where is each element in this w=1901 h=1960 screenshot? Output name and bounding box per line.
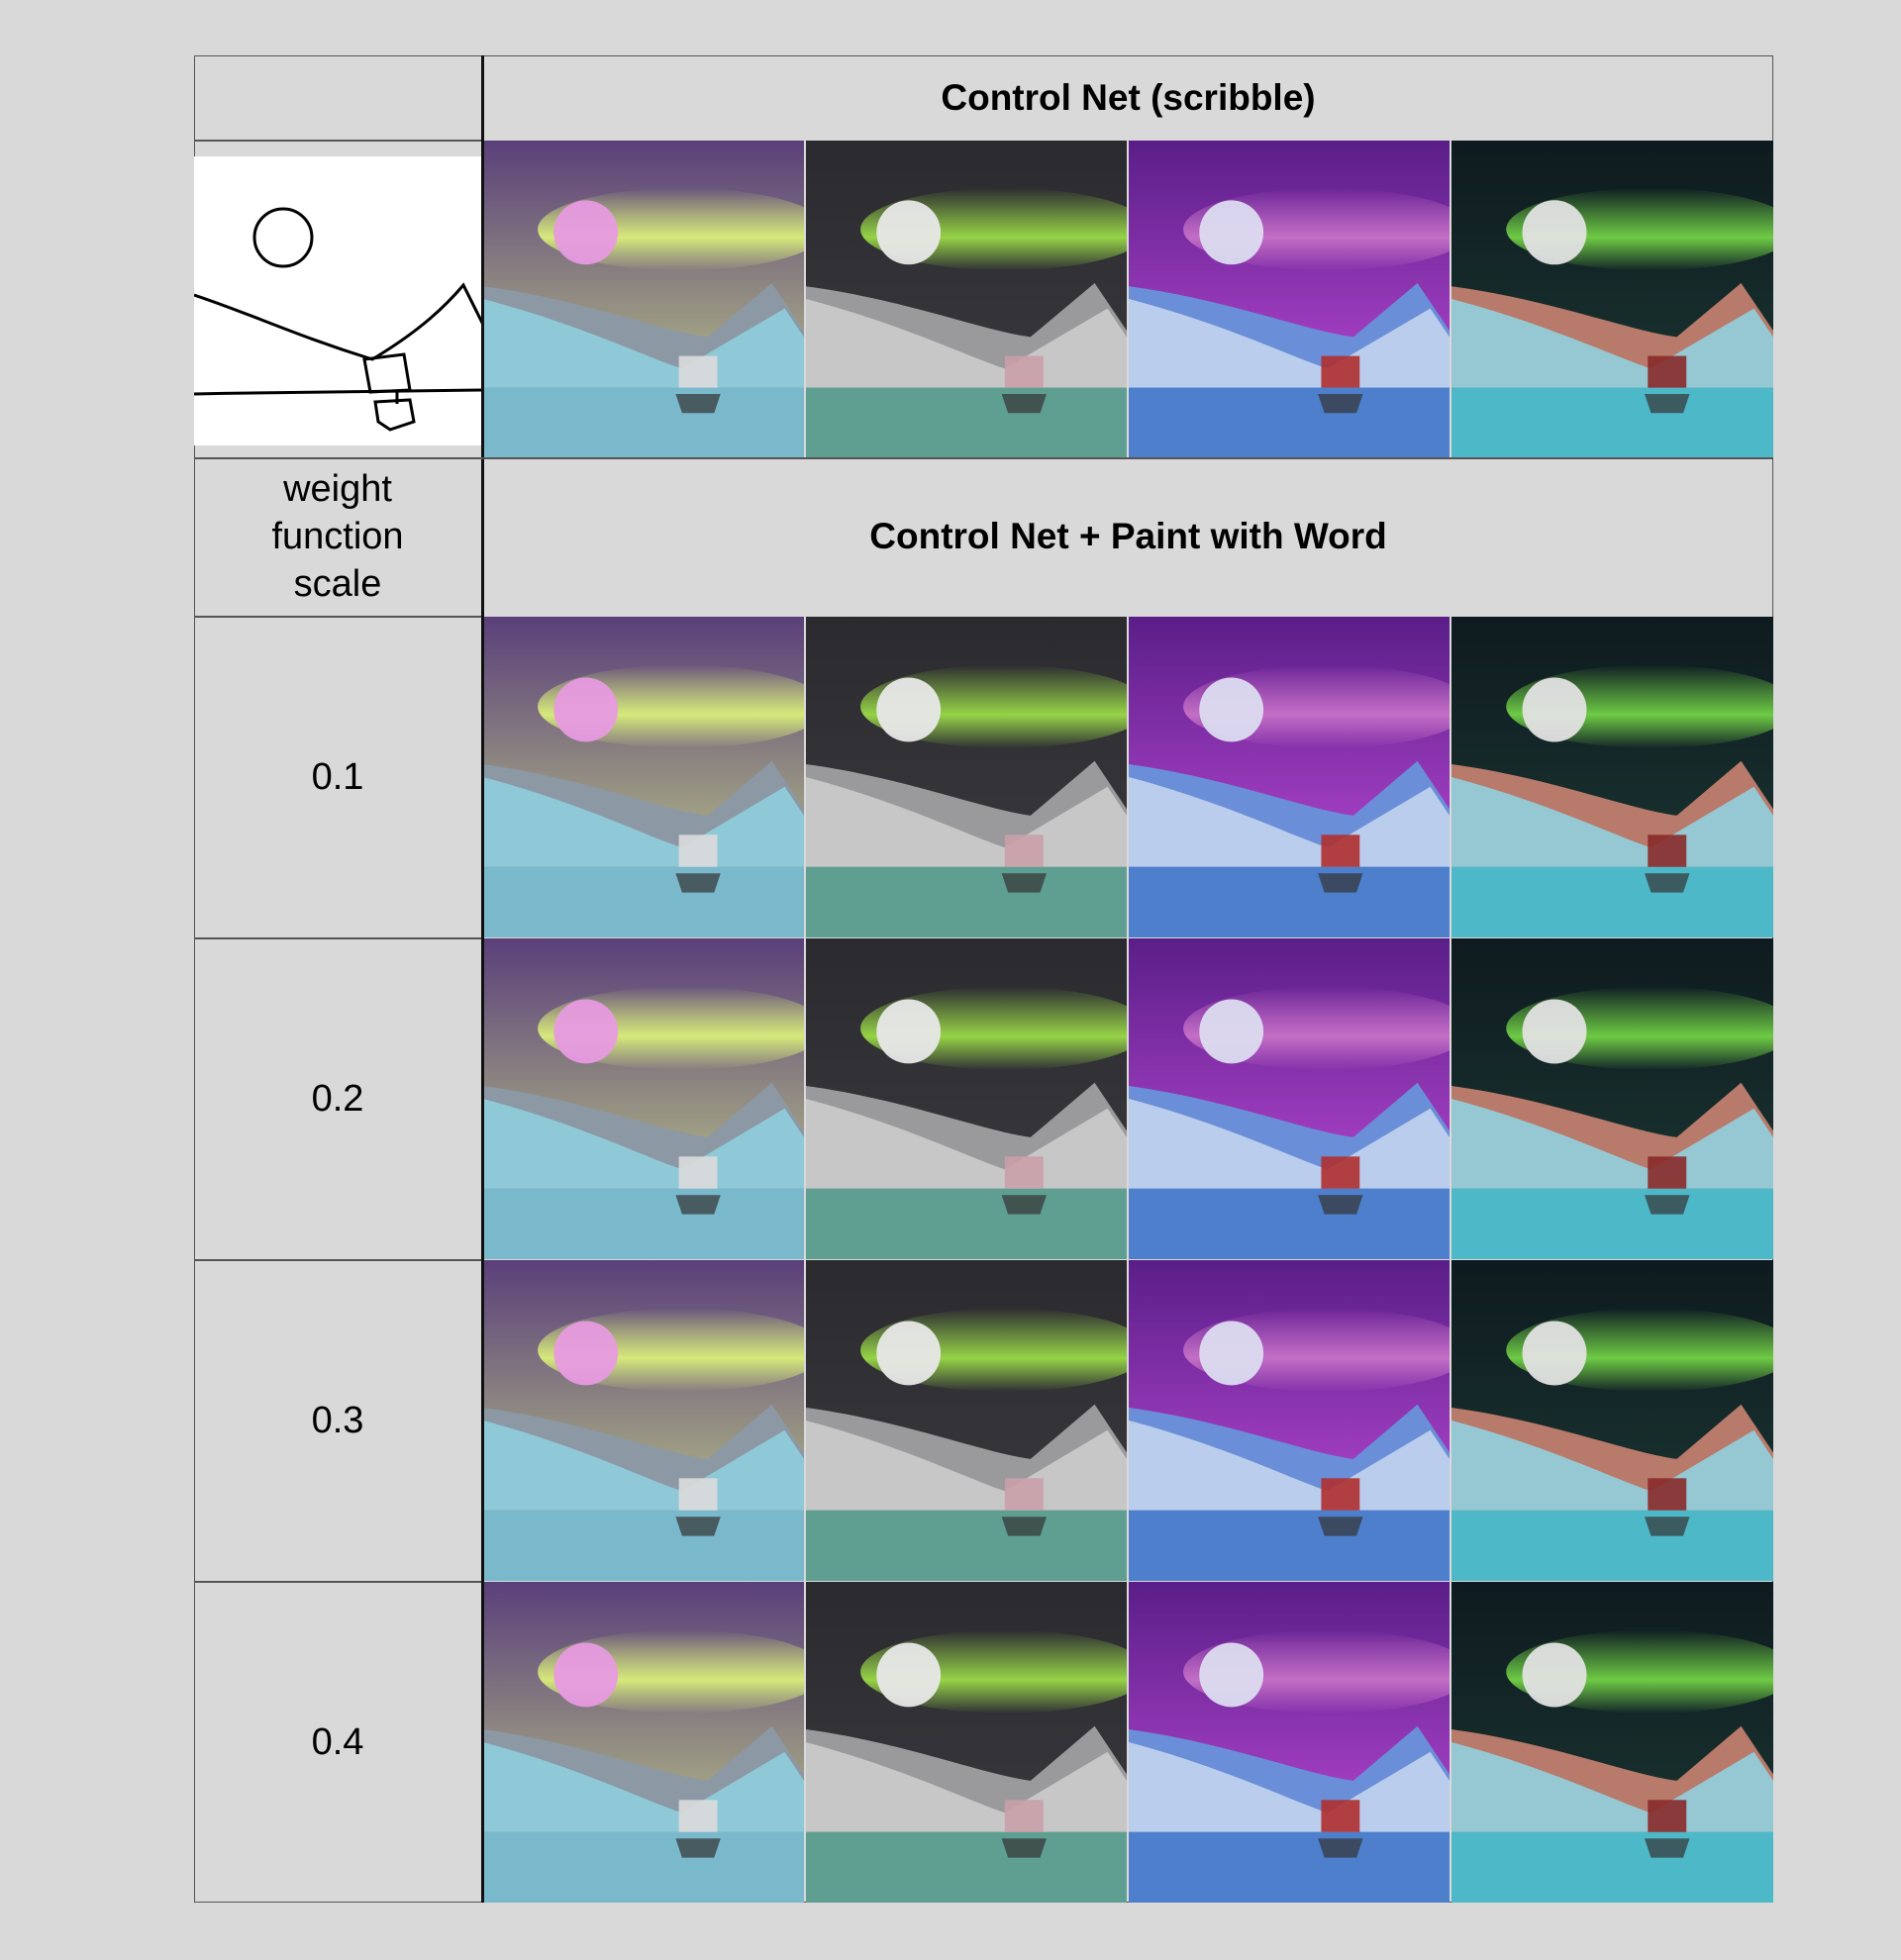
scale-value-0-2: 0.2: [311, 1077, 364, 1120]
landscape-illustration: [806, 617, 1127, 937]
landscape-illustration: [483, 1260, 804, 1581]
generated-image: [806, 1582, 1127, 1903]
landscape-illustration: [806, 1260, 1127, 1581]
generated-image: [1451, 938, 1773, 1259]
generated-image: [483, 1582, 804, 1903]
generated-image: [483, 617, 804, 937]
landscape-illustration: [1451, 617, 1773, 937]
comparison-grid: Control Net (scribble) weight function s…: [193, 55, 1773, 1903]
scribble-drawing: [193, 207, 485, 432]
generated-image: [1451, 141, 1773, 457]
landscape-illustration: [483, 141, 804, 457]
landscape-illustration: [806, 1582, 1127, 1903]
row-label-line-1: weight: [283, 467, 392, 510]
landscape-illustration: [1129, 1582, 1450, 1903]
generated-image: [806, 1260, 1127, 1581]
landscape-illustration: [1451, 141, 1773, 457]
row-divider: [194, 140, 481, 142]
generated-image: [1451, 617, 1773, 937]
landscape-illustration: [1129, 141, 1450, 457]
generated-image: [1451, 1260, 1773, 1581]
generated-image: [483, 1260, 804, 1581]
generated-image: [483, 141, 804, 457]
row-label-line-3: scale: [293, 562, 382, 605]
weight-function-scale-label: weight function scale: [194, 459, 481, 613]
scale-value-0-1: 0.1: [311, 755, 364, 798]
row-divider: [194, 457, 1773, 459]
landscape-illustration: [1451, 1582, 1773, 1903]
generated-image: [1129, 938, 1450, 1259]
landscape-illustration: [1451, 938, 1773, 1259]
landscape-illustration: [483, 938, 804, 1259]
generated-image: [806, 141, 1127, 457]
generated-image: [806, 617, 1127, 937]
generated-image: [1129, 1260, 1450, 1581]
landscape-illustration: [1129, 617, 1450, 937]
generated-image: [1129, 141, 1450, 457]
control-net-scribble-header: Control Net (scribble): [941, 76, 1316, 118]
generated-image: [806, 938, 1127, 1259]
landscape-illustration: [1451, 1260, 1773, 1581]
landscape-illustration: [1129, 1260, 1450, 1581]
landscape-illustration: [483, 617, 804, 937]
row-divider: [194, 1581, 481, 1583]
column-divider: [481, 55, 484, 1903]
landscape-illustration: [483, 1582, 804, 1903]
generated-image: [483, 938, 804, 1259]
landscape-illustration: [806, 141, 1127, 457]
control-net-paint-with-word-header: Control Net + Paint with Word: [869, 515, 1387, 556]
scribble-input-image: [193, 156, 485, 445]
generated-image: [1451, 1582, 1773, 1903]
generated-image: [1129, 1582, 1450, 1903]
scale-value-0-4: 0.4: [311, 1720, 364, 1763]
generated-image: [1129, 617, 1450, 937]
landscape-illustration: [806, 938, 1127, 1259]
row-divider: [194, 616, 481, 618]
row-divider: [194, 937, 481, 939]
scale-value-0-3: 0.3: [311, 1399, 364, 1441]
landscape-illustration: [1129, 938, 1450, 1259]
row-label-line-2: function: [271, 515, 404, 557]
row-divider: [194, 1259, 481, 1261]
